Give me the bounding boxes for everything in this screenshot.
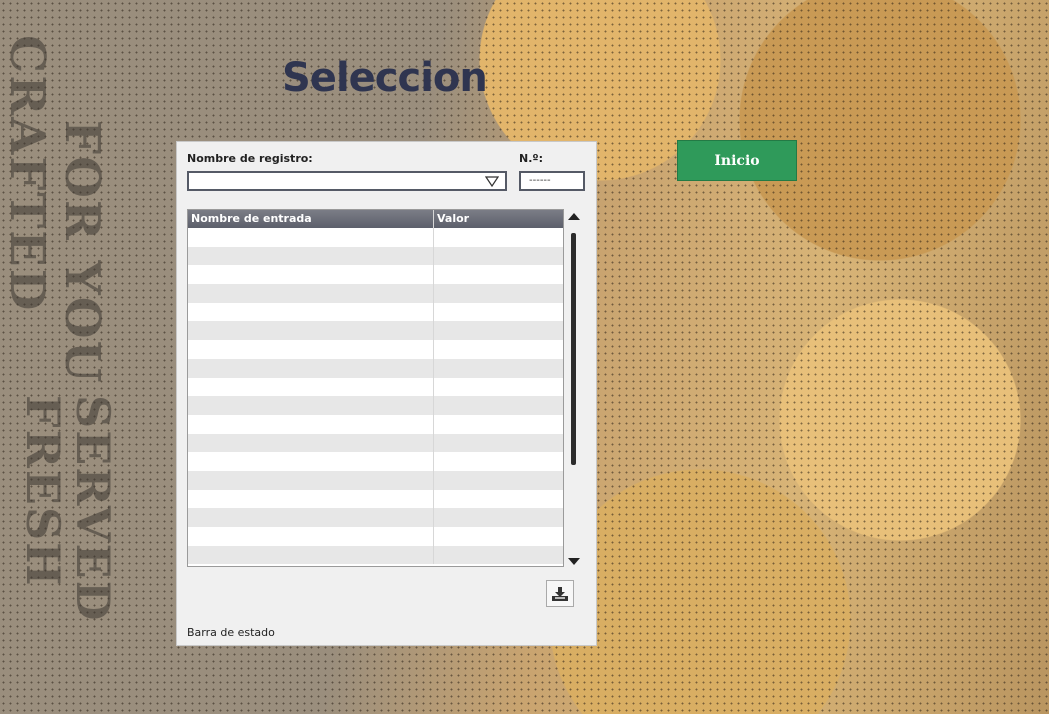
selection-panel: Nombre de registro: N.º: ------ Nombre d… [176, 141, 597, 646]
entry-name-cell[interactable] [188, 527, 435, 546]
page-title: Seleccion [282, 55, 488, 101]
entry-name-cell[interactable] [188, 414, 435, 434]
value-cell[interactable] [434, 508, 563, 527]
start-button[interactable]: Inicio [677, 140, 797, 181]
value-cell[interactable] [434, 265, 563, 284]
value-cell[interactable] [434, 415, 563, 434]
value-cell[interactable] [434, 340, 563, 359]
value-cell[interactable] [434, 321, 563, 340]
number-field[interactable]: ------ [519, 171, 585, 191]
entry-name-cell[interactable] [188, 489, 435, 509]
table-row[interactable] [188, 433, 563, 453]
table-body [188, 228, 563, 565]
record-name-label: Nombre de registro: [187, 152, 313, 165]
entry-name-cell[interactable] [188, 358, 435, 378]
table-row[interactable] [188, 321, 563, 341]
entry-name-cell[interactable] [188, 470, 435, 490]
table-row[interactable] [188, 452, 563, 471]
table-scrollbar[interactable] [568, 213, 580, 565]
entries-table[interactable]: Nombre de entrada Valor [187, 209, 564, 567]
value-cell[interactable] [434, 247, 563, 266]
value-cell[interactable] [434, 546, 563, 565]
entry-name-cell[interactable] [188, 377, 435, 397]
table-header: Nombre de entrada Valor [188, 210, 563, 228]
table-row[interactable] [188, 265, 563, 285]
table-row[interactable] [188, 489, 563, 509]
table-row[interactable] [188, 545, 563, 565]
scroll-down-icon[interactable] [568, 558, 580, 565]
background-decoration: SERVED [66, 395, 120, 623]
background-decoration: FRESH [16, 395, 70, 588]
value-cell[interactable] [434, 471, 563, 490]
entry-name-cell[interactable] [188, 433, 435, 453]
entry-name-cell[interactable] [188, 396, 435, 415]
entry-name-cell[interactable] [188, 452, 435, 471]
table-row[interactable] [188, 302, 563, 322]
number-label: N.º: [519, 152, 543, 165]
table-row[interactable] [188, 396, 563, 415]
table-row[interactable] [188, 377, 563, 397]
value-cell[interactable] [434, 303, 563, 322]
table-row[interactable] [188, 414, 563, 434]
download-icon [552, 586, 568, 601]
scroll-thumb[interactable] [571, 233, 576, 465]
value-cell[interactable] [434, 284, 563, 303]
entry-name-cell[interactable] [188, 228, 435, 247]
entry-name-cell[interactable] [188, 284, 435, 303]
entry-name-cell[interactable] [188, 246, 435, 266]
table-row[interactable] [188, 340, 563, 359]
scroll-up-icon[interactable] [568, 213, 580, 220]
value-cell[interactable] [434, 452, 563, 471]
entry-name-cell[interactable] [188, 545, 435, 565]
entry-name-cell[interactable] [188, 302, 435, 322]
entry-name-cell[interactable] [188, 340, 435, 359]
export-button[interactable] [546, 580, 574, 607]
value-cell[interactable] [434, 396, 563, 415]
table-row[interactable] [188, 358, 563, 378]
table-row[interactable] [188, 508, 563, 527]
value-cell[interactable] [434, 527, 563, 546]
column-header-value[interactable]: Valor [434, 210, 563, 228]
entry-name-cell[interactable] [188, 265, 435, 285]
table-row[interactable] [188, 284, 563, 303]
background-decoration: CRAFTED [0, 35, 55, 313]
table-row[interactable] [188, 228, 563, 247]
value-cell[interactable] [434, 378, 563, 397]
entry-name-cell[interactable] [188, 321, 435, 341]
value-cell[interactable] [434, 228, 563, 247]
entry-name-cell[interactable] [188, 508, 435, 527]
table-row[interactable] [188, 246, 563, 266]
value-cell[interactable] [434, 434, 563, 453]
column-header-entry-name[interactable]: Nombre de entrada [188, 210, 434, 228]
table-row[interactable] [188, 470, 563, 490]
value-cell[interactable] [434, 359, 563, 378]
chevron-down-icon [485, 176, 499, 188]
status-bar: Barra de estado [187, 626, 275, 639]
background-decoration: FOR YOU [54, 120, 110, 385]
table-row[interactable] [188, 527, 563, 546]
value-cell[interactable] [434, 490, 563, 509]
record-name-dropdown[interactable] [187, 171, 507, 191]
